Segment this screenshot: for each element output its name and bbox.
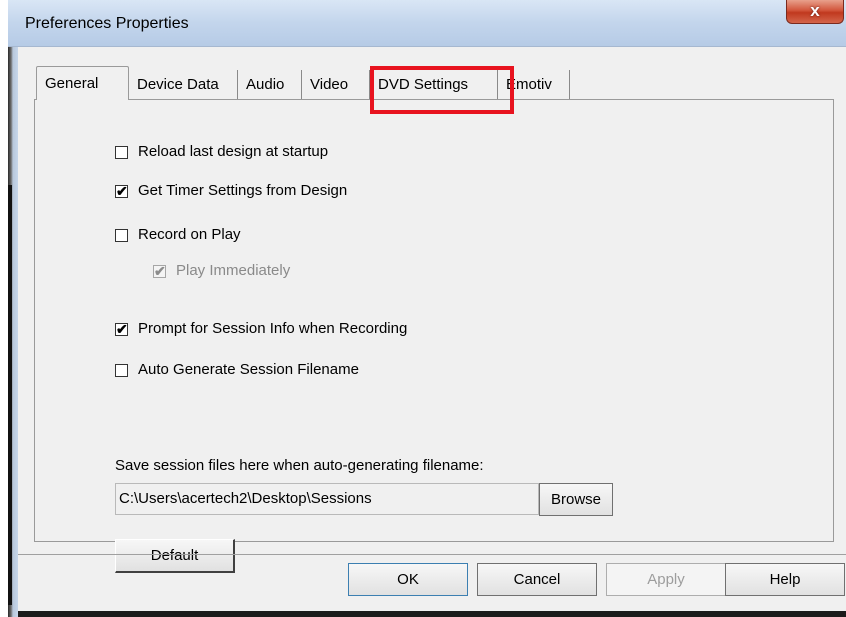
get-timer-settings-label: Get Timer Settings from Design — [138, 182, 348, 199]
play-immediately-label: Play Immediately — [176, 262, 291, 279]
tab-device-data[interactable]: Device Data — [129, 70, 238, 99]
tab-general[interactable]: General — [36, 66, 129, 100]
get-timer-settings-option[interactable]: ✔ Get Timer Settings from Design — [115, 181, 347, 201]
ok-button[interactable]: OK — [348, 563, 468, 596]
record-on-play-checkbox[interactable] — [115, 228, 128, 242]
apply-button: Apply — [606, 563, 726, 596]
auto-generate-filename-label: Auto Generate Session Filename — [138, 361, 359, 378]
tab-audio[interactable]: Audio — [238, 70, 302, 99]
window-frame-bottom — [18, 611, 846, 617]
prompt-session-info-label: Prompt for Session Info when Recording — [138, 320, 408, 337]
reload-last-design-option[interactable]: Reload last design at startup — [115, 142, 328, 162]
window-frame-left — [8, 0, 18, 617]
dialog-body: General Device Data Audio Video DVD Sett… — [18, 47, 846, 617]
auto-generate-filename-option[interactable]: Auto Generate Session Filename — [115, 360, 359, 380]
reload-last-design-checkbox[interactable] — [115, 145, 128, 159]
tab-video[interactable]: Video — [302, 70, 370, 99]
dvd-settings-highlight-box — [370, 66, 514, 114]
prompt-session-info-checkbox[interactable]: ✔ — [115, 320, 128, 337]
session-path-field[interactable]: C:\Users\acertech2\Desktop\Sessions — [115, 483, 539, 515]
browse-button[interactable]: Browse — [539, 483, 613, 516]
play-immediately-option: ✔ Play Immediately — [153, 261, 290, 281]
get-timer-settings-checkbox[interactable]: ✔ — [115, 182, 128, 199]
record-on-play-option[interactable]: Record on Play — [115, 225, 241, 245]
play-immediately-checkbox: ✔ — [153, 262, 166, 279]
checkmark-icon: ✔ — [116, 182, 128, 199]
prompt-session-info-option[interactable]: ✔ Prompt for Session Info when Recording — [115, 319, 407, 339]
auto-generate-filename-checkbox[interactable] — [115, 363, 128, 377]
default-button[interactable]: Default — [115, 539, 235, 573]
session-path-label: Save session files here when auto-genera… — [115, 457, 484, 474]
help-button[interactable]: Help — [725, 563, 845, 596]
record-on-play-label: Record on Play — [138, 226, 241, 243]
preferences-window: Preferences Properties x General Device … — [8, 0, 846, 617]
footer-separator — [18, 554, 846, 555]
checkmark-icon: ✔ — [116, 320, 128, 337]
cancel-button[interactable]: Cancel — [477, 563, 597, 596]
checkmark-icon: ✔ — [154, 262, 166, 279]
close-button[interactable]: x — [786, 0, 844, 24]
general-tab-panel: Reload last design at startup ✔ Get Time… — [34, 99, 834, 573]
title-bar[interactable]: Preferences Properties x — [8, 0, 846, 47]
window-title: Preferences Properties — [25, 15, 189, 32]
close-icon: x — [810, 1, 820, 20]
reload-last-design-label: Reload last design at startup — [138, 143, 329, 160]
